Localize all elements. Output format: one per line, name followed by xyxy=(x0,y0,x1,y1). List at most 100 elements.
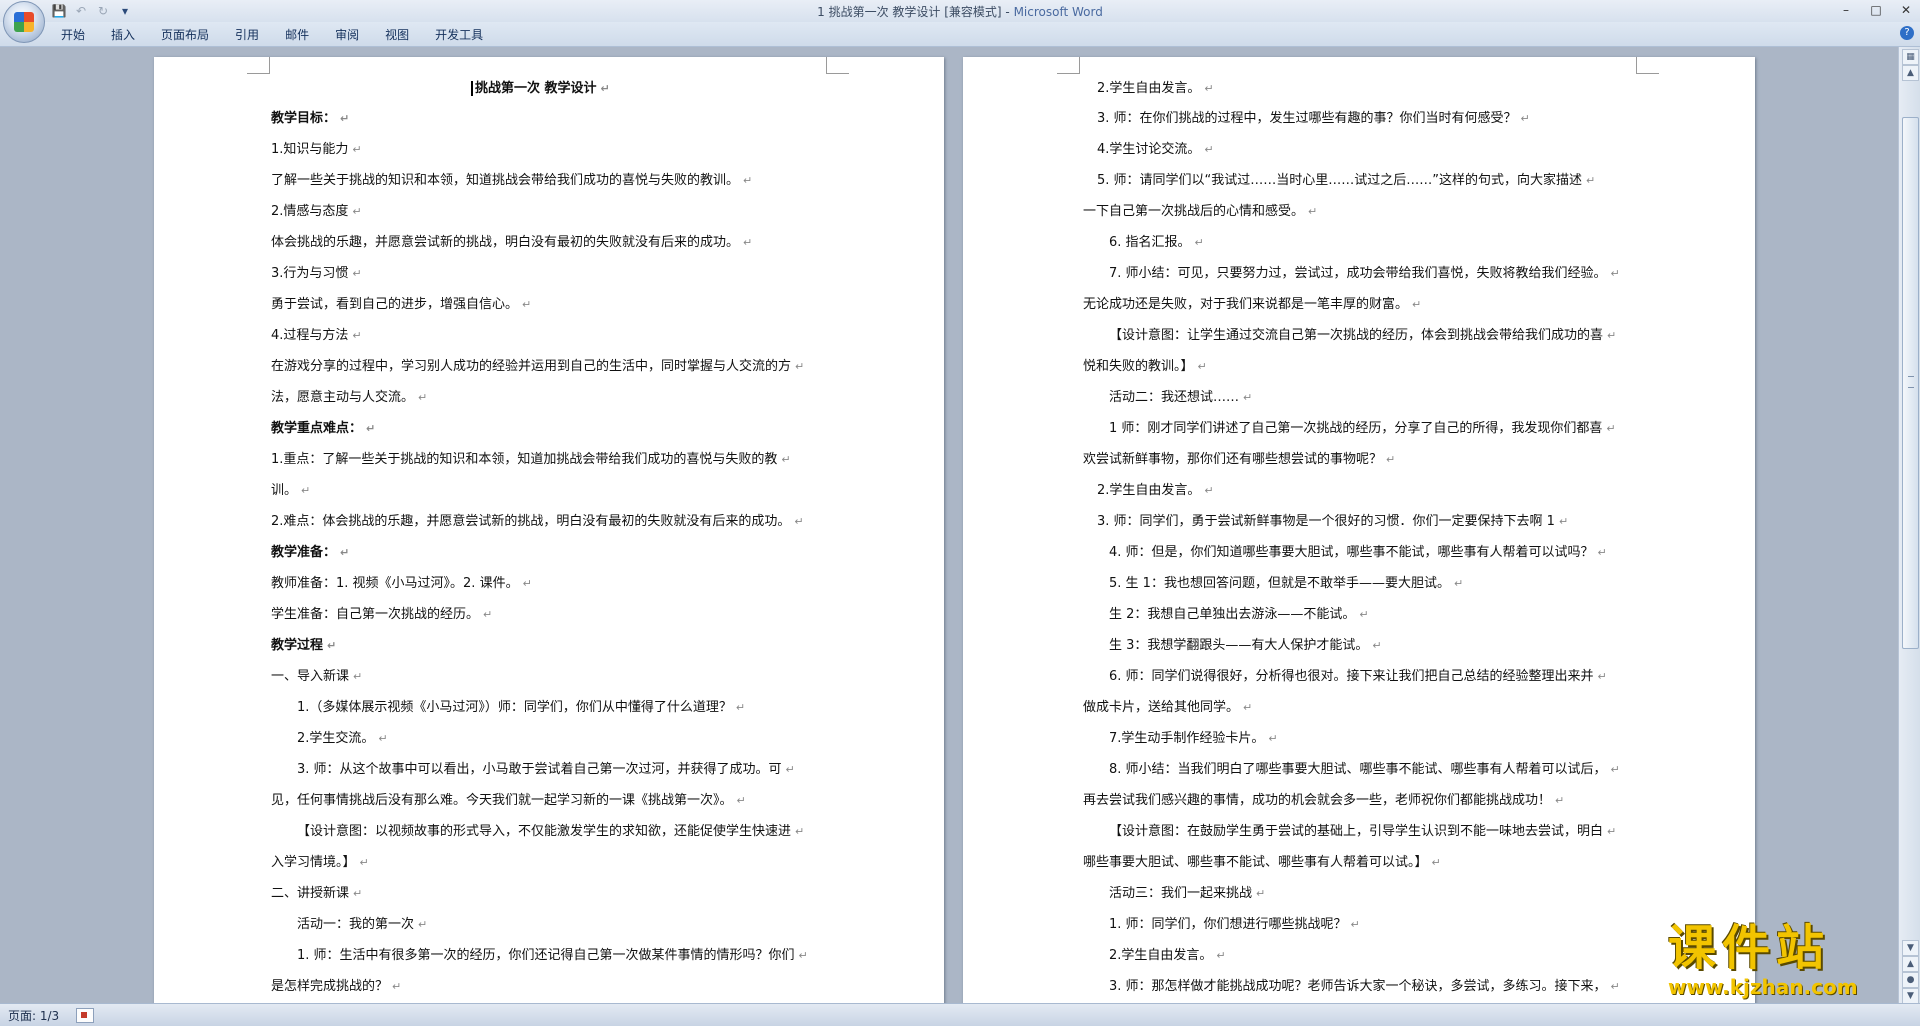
scroll-up-icon[interactable]: ▲ xyxy=(1902,65,1919,81)
page-2-line-text: 4.学生讨论交流。 xyxy=(1097,142,1201,157)
tab-mailings[interactable]: 邮件 xyxy=(272,26,322,44)
page-1-line: 4.过程与方法 ↵ xyxy=(271,327,362,345)
help-icon[interactable]: ? xyxy=(1900,26,1914,40)
maximize-icon[interactable]: □ xyxy=(1868,2,1884,18)
page-1-line: 挑战第一次 教学设计 ↵ xyxy=(471,80,610,98)
paragraph-mark-icon: ↵ xyxy=(353,670,363,683)
paragraph-mark-icon: ↵ xyxy=(1268,732,1278,745)
paragraph-mark-icon: ↵ xyxy=(352,205,362,218)
page-2-line-text: 4. 师：但是，你们知道哪些事要大胆试，哪些事不能试，哪些事有人帮着可以试吗？ xyxy=(1109,545,1594,560)
watermark-title: 课件站 xyxy=(1668,920,1831,976)
page-2-line: 生 3：我想学翻跟头——有大人保护才能试。 ↵ xyxy=(1109,637,1382,655)
page-2-line-text: 一下自己第一次挑战后的心情和感受。 xyxy=(1083,204,1305,219)
watermark-url: www.kjzhan.com xyxy=(1668,975,1858,999)
page-2-line-text: 8. 师小结：当我们明白了哪些事要大胆试、哪些事不能试、哪些事有人帮着可以试后， xyxy=(1109,762,1607,777)
page-1-line: 教学重点难点： ↵ xyxy=(271,420,375,438)
tab-home[interactable]: 开始 xyxy=(48,26,98,44)
page-1-line-text: 训。 xyxy=(271,483,298,498)
paragraph-mark-icon: ↵ xyxy=(600,82,610,95)
page-1-line: 3.行为与习惯 ↵ xyxy=(271,265,362,283)
paragraph-mark-icon: ↵ xyxy=(483,608,493,621)
paragraph-mark-icon: ↵ xyxy=(1610,980,1620,993)
office-button[interactable] xyxy=(3,1,45,43)
page-count[interactable]: 页面: 1/3 xyxy=(8,1007,59,1024)
paragraph-mark-icon: ↵ xyxy=(1204,143,1214,156)
page-1-line: 教学目标： ↵ xyxy=(271,110,349,128)
paragraph-mark-icon: ↵ xyxy=(1597,670,1607,683)
tab-view[interactable]: 视图 xyxy=(372,26,422,44)
page-1-line: 3. 师：从这个故事中可以看出，小马敢于尝试着自己第一次过河，并获得了成功。可 ↵ xyxy=(297,761,795,779)
page-2-line: 7. 师小结：可见，只要努力过，尝试过，成功会带给我们喜悦，失败将教给我们经验。… xyxy=(1109,265,1620,283)
margin-corner-mark xyxy=(247,57,270,74)
page-1-line: 2.情感与态度 ↵ xyxy=(271,203,362,221)
tab-developer[interactable]: 开发工具 xyxy=(422,26,496,44)
scroll-down-icon[interactable]: ▼ xyxy=(1902,940,1919,956)
page-1-line-text: 4.过程与方法 xyxy=(271,328,349,343)
scrollbar-thumb[interactable] xyxy=(1902,117,1919,649)
tab-page-layout[interactable]: 页面布局 xyxy=(148,26,222,44)
proofing-icon[interactable] xyxy=(76,1008,94,1023)
paragraph-mark-icon: ↵ xyxy=(1431,856,1441,869)
tab-references[interactable]: 引用 xyxy=(222,26,272,44)
app-name: Microsoft Word xyxy=(1013,5,1103,19)
paragraph-mark-icon: ↵ xyxy=(1204,484,1214,497)
page-1-line-text: 入学习情境。】 xyxy=(271,855,356,870)
page-1-line: 教学准备： ↵ xyxy=(271,544,349,562)
paragraph-mark-icon: ↵ xyxy=(366,422,376,435)
document-page-1[interactable]: 挑战第一次 教学设计 ↵ 教学目标： ↵ 1.知识与能力 ↵ 了解一些关于挑战的知识和本领，… xyxy=(154,57,944,1003)
page-1-line: 一、导入新课 ↵ xyxy=(271,668,362,686)
paragraph-mark-icon: ↵ xyxy=(1606,422,1616,435)
previous-page-icon[interactable]: ▲ xyxy=(1902,956,1919,972)
page-2-line: 7.学生动手制作经验卡片。 ↵ xyxy=(1109,730,1278,748)
next-page-icon[interactable]: ▼ xyxy=(1902,988,1919,1004)
page-2-line: 6. 指名汇报。 ↵ xyxy=(1109,234,1204,252)
page-1-line-text: 挑战第一次 教学设计 xyxy=(475,81,597,96)
page-1-line-text: 3. 师：从这个故事中可以看出，小马敢于尝试着自己第一次过河，并获得了成功。可 xyxy=(297,762,782,777)
office-logo-icon xyxy=(14,12,34,32)
page-2-line-text: 【设计意图：让学生通过交流自己第一次挑战的经历，体会到挑战会带给我们成功的喜 xyxy=(1109,328,1604,343)
page-1-line-text: 教学目标： xyxy=(271,111,337,126)
page-1-line-text: 在游戏分享的过程中，学习别人成功的经验并运用到自己的生活中，同时掌握与人交流的方 xyxy=(271,359,792,374)
minimize-icon[interactable]: – xyxy=(1838,2,1854,18)
page-2-line-text: 6. 师：同学们说得很好，分析得也很对。接下来让我们把自己总结的经验整理出来并 xyxy=(1109,669,1594,684)
page-2-line: 1 师：刚才同学们讲述了自己第一次挑战的经历，分享了自己的所得，我发现你们都喜 ↵ xyxy=(1109,420,1616,438)
page-2-line-text: 3. 师：在你们挑战的过程中，发生过哪些有趣的事？你们当时有何感受？ xyxy=(1097,111,1517,126)
paragraph-mark-icon: ↵ xyxy=(1204,82,1214,95)
page-1-line-text: 法，愿意主动与人交流。 xyxy=(271,390,415,405)
page-1-line: 1. 师：生活中有很多第一次的经历，你们还记得自己第一次做某件事情的情形吗？你们… xyxy=(297,947,808,965)
page-2-line-text: 3. 师：那怎样做才能挑战成功呢？老师告诉大家一个秘诀，多尝试，多练习。接下来， xyxy=(1109,979,1607,994)
page-2-line: 4.学生讨论交流。 ↵ xyxy=(1097,141,1214,159)
page-1-line-text: 勇于尝试，看到自己的进步，增强自信心。 xyxy=(271,297,519,312)
paragraph-mark-icon: ↵ xyxy=(1197,360,1207,373)
tab-insert[interactable]: 插入 xyxy=(98,26,148,44)
page-2-line-text: 欢尝试新鲜事物，那你们还有哪些想尝试的事物呢？ xyxy=(1083,452,1383,467)
close-icon[interactable]: ✕ xyxy=(1898,2,1914,18)
page-1-line: 教师准备：1. 视频《小马过河》。2. 课件。 ↵ xyxy=(271,575,532,593)
page-2-line: 哪些事要大胆试、哪些事不能试、哪些事有人帮着可以试。】 ↵ xyxy=(1083,854,1441,872)
tab-review[interactable]: 审阅 xyxy=(322,26,372,44)
title-bar: 💾 ↶ ↻ ▾ 1 挑战第一次 教学设计 [兼容模式] - Microsoft … xyxy=(0,0,1920,22)
paragraph-mark-icon: ↵ xyxy=(359,856,369,869)
page-1-line: 学生准备：自己第一次挑战的经历。 ↵ xyxy=(271,606,492,624)
paragraph-mark-icon: ↵ xyxy=(1372,639,1382,652)
vertical-scrollbar[interactable]: ▦ ▲ ▼ ▲ ● ▼ xyxy=(1898,47,1920,1004)
page-2-line-text: 再去尝试我们感兴趣的事情，成功的机会就会多一些，老师祝你们都能挑战成功！ xyxy=(1083,793,1552,808)
page-1-line-text: 学生准备：自己第一次挑战的经历。 xyxy=(271,607,480,622)
page-2-line-text: 无论成功还是失败，对于我们来说都是一笔丰厚的财富。 xyxy=(1083,297,1409,312)
page-2-line: 6. 师：同学们说得很好，分析得也很对。接下来让我们把自己总结的经验整理出来并 ↵ xyxy=(1109,668,1607,686)
page-2-line: 4. 师：但是，你们知道哪些事要大胆试，哪些事不能试，哪些事有人帮着可以试吗？ ↵ xyxy=(1109,544,1607,562)
page-2-line-text: 活动三：我们一起来挑战 xyxy=(1109,886,1253,901)
ruler-toggle-icon[interactable]: ▦ xyxy=(1902,49,1919,65)
page-1-line-text: 一、导入新课 xyxy=(271,669,350,684)
paragraph-mark-icon: ↵ xyxy=(743,174,753,187)
paragraph-mark-icon: ↵ xyxy=(1520,112,1530,125)
select-browse-object-icon[interactable]: ● xyxy=(1902,972,1919,988)
paragraph-mark-icon: ↵ xyxy=(392,980,402,993)
page-2-line: 2.学生自由发言。 ↵ xyxy=(1097,482,1214,500)
page-2-line-text: 【设计意图：在鼓励学生勇于尝试的基础上，引导学生认识到不能一味地去尝试，明白 xyxy=(1109,824,1604,839)
paragraph-mark-icon: ↵ xyxy=(1586,174,1596,187)
document-page-2[interactable]: 2.学生自由发言。 ↵ 3. 师：在你们挑战的过程中，发生过哪些有趣的事？你们当时有… xyxy=(963,57,1755,1003)
page-2-line: 3. 师：那怎样做才能挑战成功呢？老师告诉大家一个秘诀，多尝试，多练习。接下来，… xyxy=(1109,978,1620,996)
page-2-line-text: 5. 生 1：我也想回答问题，但就是不敢举手——要大胆试。 xyxy=(1109,576,1450,591)
paragraph-mark-icon: ↵ xyxy=(1607,329,1617,342)
